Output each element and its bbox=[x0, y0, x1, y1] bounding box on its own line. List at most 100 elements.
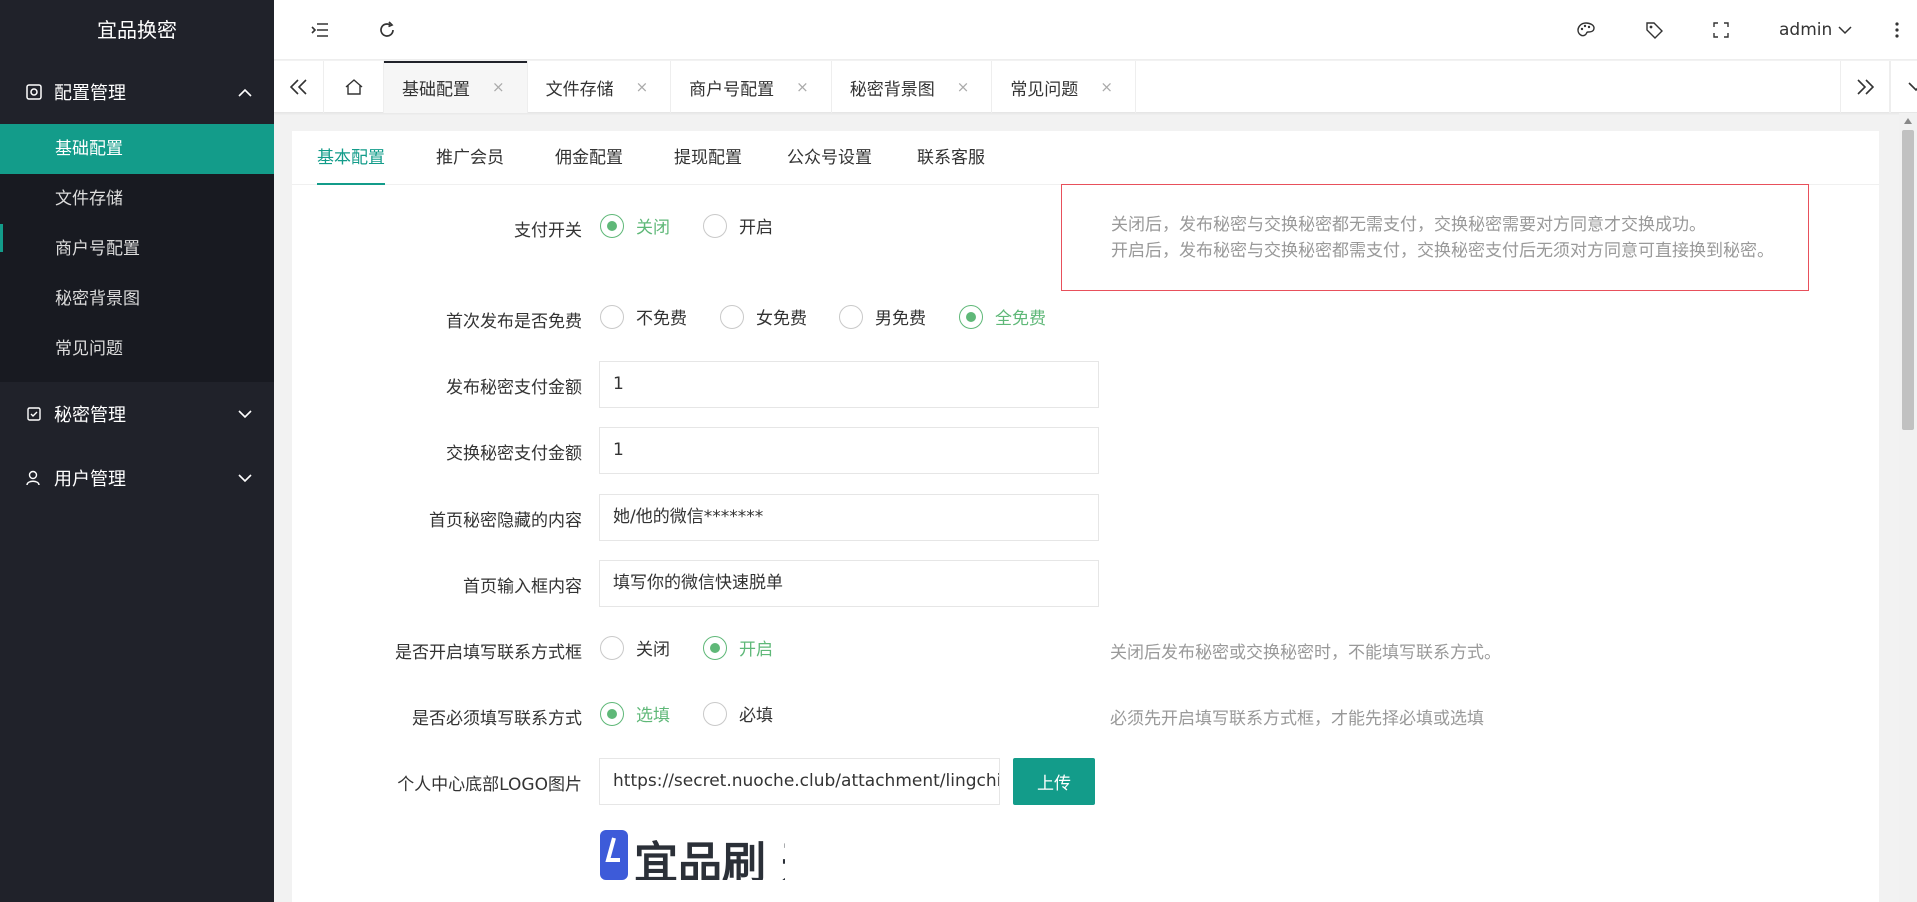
subtab-withdraw[interactable]: 提现配置 bbox=[674, 131, 742, 185]
subtab-promotion[interactable]: 推广会员 bbox=[436, 131, 504, 185]
tabs-dropdown-icon[interactable] bbox=[1890, 61, 1917, 113]
radio-dot bbox=[600, 701, 624, 726]
close-icon[interactable]: × bbox=[796, 78, 809, 96]
pay-switch-off-radio[interactable]: 关闭 bbox=[600, 213, 670, 238]
chevron-down-icon bbox=[236, 405, 254, 423]
tab-label: 秘密背景图 bbox=[849, 79, 935, 100]
subtab-commission[interactable]: 佣金配置 bbox=[555, 131, 623, 185]
sidebar-item-merchant-config[interactable]: 商户号配置 bbox=[0, 224, 274, 274]
settings-subtabs: 基本配置 推广会员 佣金配置 提现配置 公众号设置 联系客服 bbox=[292, 131, 1879, 185]
tabs-scroll-left-icon[interactable] bbox=[274, 61, 324, 113]
contact-optional-radio[interactable]: 选填 bbox=[600, 701, 670, 726]
radio-dot bbox=[703, 701, 727, 726]
settings-icon bbox=[24, 82, 44, 102]
nav-group-label: 配置管理 bbox=[54, 83, 126, 104]
radio-dot bbox=[959, 304, 983, 329]
sidebar-item-file-storage[interactable]: 文件存储 bbox=[0, 174, 274, 224]
radio-label: 全免费 bbox=[995, 309, 1046, 329]
first-free-all-radio[interactable]: 全免费 bbox=[959, 304, 1046, 329]
close-icon[interactable]: × bbox=[1100, 78, 1113, 96]
logo-label: 个人中心底部LOGO图片 bbox=[397, 775, 582, 795]
subtab-wechat-official[interactable]: 公众号设置 bbox=[787, 131, 872, 185]
first-free-label: 首次发布是否免费 bbox=[446, 312, 582, 332]
radio-label: 女免费 bbox=[756, 309, 807, 329]
content-card: 基本配置 推广会员 佣金配置 提现配置 公众号设置 联系客服 支付开关 关闭 开… bbox=[292, 131, 1879, 902]
tab-faq[interactable]: 常见问题 × bbox=[992, 61, 1136, 113]
nav-group-config: 配置管理 基础配置 文件存储 商户号配置 秘密背景图 常见问题 bbox=[0, 60, 274, 382]
close-icon[interactable]: × bbox=[957, 78, 970, 96]
pay-switch-hint: 关闭后，发布秘密与交换秘密都无需支付，交换秘密需要对方同意才交换成功。 开启后，… bbox=[1061, 184, 1809, 291]
chevron-up-icon bbox=[236, 83, 254, 101]
tab-basic-config[interactable]: 基础配置 × bbox=[384, 61, 528, 113]
close-icon[interactable]: × bbox=[636, 78, 649, 96]
sidebar-item-faq[interactable]: 常见问题 bbox=[0, 324, 274, 374]
logo-preview-image: 宜品刷 开发 bbox=[600, 820, 785, 880]
tabs-scroll-right-icon[interactable] bbox=[1840, 61, 1890, 113]
radio-label: 关闭 bbox=[636, 640, 670, 660]
upload-button[interactable]: 上传 bbox=[1013, 758, 1095, 805]
radio-label: 开启 bbox=[739, 640, 773, 660]
nav-group-label: 秘密管理 bbox=[54, 405, 126, 426]
radio-label: 不免费 bbox=[636, 309, 687, 329]
contact-required-hint: 必须先开启填写联系方式框，才能先择必填或选填 bbox=[1110, 709, 1484, 729]
home-icon[interactable] bbox=[324, 61, 384, 113]
tabs-bar: 基础配置 × 文件存储 × 商户号配置 × 秘密背景图 × 常见问题 × bbox=[274, 61, 1917, 113]
radio-dot bbox=[600, 635, 624, 660]
tag-icon[interactable] bbox=[1641, 17, 1667, 43]
tab-secret-background[interactable]: 秘密背景图 × bbox=[832, 61, 993, 113]
chevron-down-icon bbox=[1838, 17, 1852, 43]
chevron-down-icon bbox=[236, 469, 254, 487]
subtab-basic[interactable]: 基本配置 bbox=[317, 131, 385, 185]
nav-group-user-header[interactable]: 用户管理 bbox=[0, 446, 274, 510]
app-logo: 宜品换密 bbox=[0, 0, 274, 60]
nav-group-config-header[interactable]: 配置管理 bbox=[0, 60, 274, 124]
nav-sub-list: 基础配置 文件存储 商户号配置 秘密背景图 常见问题 bbox=[0, 124, 274, 382]
subtab-customer-service[interactable]: 联系客服 bbox=[917, 131, 985, 185]
exchange-amount-input[interactable]: 1 bbox=[599, 427, 1099, 474]
close-icon[interactable]: × bbox=[492, 78, 505, 96]
logo-preview-text: 宜品刷 开发 bbox=[634, 838, 785, 880]
fullscreen-icon[interactable] bbox=[1708, 17, 1734, 43]
contact-open-hint: 关闭后发布秘密或交换秘密时，不能填写联系方式。 bbox=[1110, 643, 1501, 663]
menu-fold-icon[interactable] bbox=[307, 17, 333, 43]
tab-file-storage[interactable]: 文件存储 × bbox=[528, 61, 672, 113]
contact-open-off-radio[interactable]: 关闭 bbox=[600, 635, 670, 660]
radio-dot bbox=[839, 304, 863, 329]
nav-group-label: 用户管理 bbox=[54, 469, 126, 490]
tab-label: 常见问题 bbox=[1010, 79, 1079, 100]
nav-group-secret-header[interactable]: 秘密管理 bbox=[0, 382, 274, 446]
sidebar-item-basic-config[interactable]: 基础配置 bbox=[0, 124, 274, 174]
scroll-up-icon[interactable] bbox=[1902, 116, 1914, 126]
contact-open-label: 是否开启填写联系方式框 bbox=[395, 643, 582, 663]
nav-group-user: 用户管理 bbox=[0, 446, 274, 510]
secret-icon bbox=[24, 404, 44, 424]
input-content-label: 首页输入框内容 bbox=[463, 577, 582, 597]
input-content-input[interactable]: 填写你的微信快速脱单 bbox=[599, 560, 1099, 607]
tab-label: 商户号配置 bbox=[689, 79, 775, 100]
hint-line: 关闭后，发布秘密与交换秘密都无需支付，交换秘密需要对方同意才交换成功。 bbox=[1111, 215, 1706, 235]
theme-icon[interactable] bbox=[1573, 17, 1599, 43]
contact-open-on-radio[interactable]: 开启 bbox=[703, 635, 773, 660]
pay-switch-on-radio[interactable]: 开启 bbox=[703, 213, 773, 238]
first-free-none-radio[interactable]: 不免费 bbox=[600, 304, 687, 329]
first-free-male-radio[interactable]: 男免费 bbox=[839, 304, 926, 329]
tab-merchant-config[interactable]: 商户号配置 × bbox=[671, 61, 832, 113]
sidebar: 宜品换密 配置管理 基础配置 文件存储 商户号配置 秘密背景图 常见问题 秘密管… bbox=[0, 0, 274, 902]
hidden-content-input[interactable]: 她/他的微信******* bbox=[599, 494, 1099, 541]
username: admin bbox=[1779, 20, 1833, 40]
sidebar-item-secret-background[interactable]: 秘密背景图 bbox=[0, 274, 274, 324]
page-scrollbar-thumb[interactable] bbox=[1902, 130, 1914, 430]
refresh-icon[interactable] bbox=[374, 17, 400, 43]
logo-url-input[interactable]: https://secret.nuoche.club/attachment/li… bbox=[599, 758, 1000, 805]
more-icon[interactable] bbox=[1884, 17, 1910, 43]
hint-line: 开启后，发布秘密与交换秘密都需支付，交换秘密支付后无须对方同意可直接换到秘密。 bbox=[1111, 241, 1774, 261]
tab-label: 基础配置 bbox=[402, 79, 470, 100]
publish-amount-input[interactable]: 1 bbox=[599, 361, 1099, 408]
pay-switch-label: 支付开关 bbox=[514, 221, 582, 241]
first-free-female-radio[interactable]: 女免费 bbox=[720, 304, 807, 329]
contact-required-radio[interactable]: 必填 bbox=[703, 701, 773, 726]
radio-label: 选填 bbox=[636, 706, 670, 726]
user-menu[interactable]: admin bbox=[1779, 17, 1852, 43]
hidden-content-label: 首页秘密隐藏的内容 bbox=[429, 511, 582, 531]
radio-dot bbox=[600, 304, 624, 329]
